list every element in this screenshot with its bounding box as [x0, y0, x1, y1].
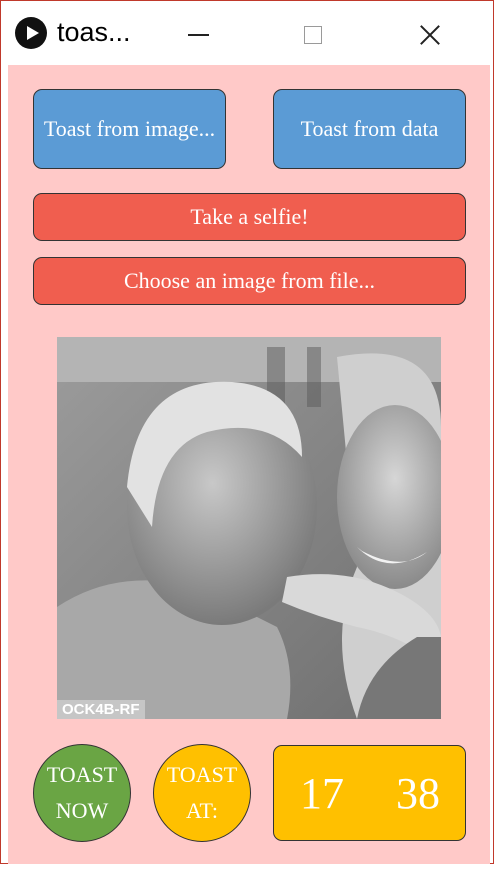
toast-at-button[interactable]: TOAST AT:: [153, 744, 251, 842]
toast-from-data-button[interactable]: Toast from data: [273, 89, 466, 169]
selected-photo: OCK4B-RF: [57, 337, 441, 719]
take-selfie-button[interactable]: Take a selfie!: [33, 193, 466, 241]
app-window: toas... Toast from image... Toast from d…: [0, 0, 494, 864]
toast-at-line2: AT:: [186, 798, 218, 823]
maximize-button[interactable]: [283, 13, 343, 57]
toast-at-line1: TOAST: [166, 762, 238, 787]
title-bar[interactable]: toas...: [1, 1, 493, 67]
toast-now-button[interactable]: TOAST NOW: [33, 744, 131, 842]
choose-image-button[interactable]: Choose an image from file...: [33, 257, 466, 305]
close-button[interactable]: [399, 13, 459, 57]
photo-image: [57, 337, 441, 719]
minimize-button[interactable]: [169, 13, 229, 57]
toast-now-line1: TOAST: [46, 762, 118, 787]
hour-value[interactable]: 17: [300, 768, 344, 819]
toast-from-image-button[interactable]: Toast from image...: [33, 89, 226, 169]
app-icon: [15, 17, 47, 49]
minute-value[interactable]: 38: [396, 768, 440, 819]
photo-watermark: OCK4B-RF: [57, 700, 145, 719]
main-panel: Toast from image... Toast from data Take…: [8, 65, 490, 864]
time-picker[interactable]: 17 38: [273, 745, 466, 841]
window-title: toas...: [57, 17, 131, 47]
toast-now-line2: NOW: [55, 798, 109, 823]
